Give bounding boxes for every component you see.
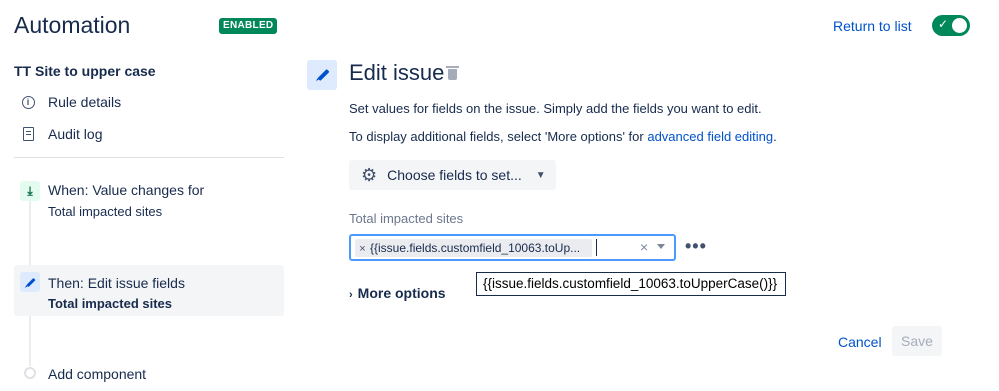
cancel-button[interactable]: Cancel <box>838 334 882 350</box>
text-cursor <box>596 239 597 256</box>
sidebar-item-label: Audit log <box>48 126 103 142</box>
panel-title: Edit issue <box>349 60 445 85</box>
add-component-link[interactable]: Add component <box>48 366 146 382</box>
add-component-dot <box>24 367 36 379</box>
advanced-editing-hint: To display additional fields, select 'Mo… <box>349 129 777 144</box>
rule-enabled-toggle[interactable]: ✓ <box>932 15 970 36</box>
trigger-icon: ⤓ <box>20 181 40 201</box>
page-title: Automation <box>14 12 131 38</box>
clear-icon[interactable]: × <box>640 239 648 255</box>
more-options-label: More options <box>357 285 446 301</box>
trigger-title: When: Value changes for <box>48 182 205 198</box>
choose-fields-label: Choose fields to set... <box>387 167 522 183</box>
advanced-field-editing-link[interactable]: advanced field editing <box>647 129 773 144</box>
sidebar-divider <box>14 157 284 158</box>
action-title: Then: Edit issue fields <box>48 275 185 291</box>
sidebar-item-label: Rule details <box>48 94 122 110</box>
status-badge: ENABLED <box>219 18 278 34</box>
remove-chip-icon[interactable]: × <box>355 240 370 257</box>
chevron-right-icon: › <box>349 289 353 301</box>
pencil-icon <box>20 272 40 292</box>
document-icon <box>20 126 36 142</box>
more-options-toggle[interactable]: › More options <box>349 285 446 301</box>
choose-fields-button[interactable]: ⚙ Choose fields to set... ▼ <box>349 160 556 190</box>
check-icon: ✓ <box>938 17 949 31</box>
field-label: Total impacted sites <box>349 211 464 226</box>
save-button[interactable]: Save <box>892 326 942 356</box>
value-tooltip: {{issue.fields.customfield_10063.toUpper… <box>476 272 786 296</box>
panel-description: Set values for fields on the issue. Simp… <box>349 101 762 116</box>
info-icon: i <box>20 94 36 110</box>
action-subtitle: Total impacted sites <box>48 296 173 311</box>
value-chip: × {{issue.fields.customfield_10063.toUp..… <box>355 239 592 257</box>
rule-name: TT Site to upper case <box>14 63 156 79</box>
trigger-subtitle: Total impacted sites <box>48 204 163 219</box>
trash-icon[interactable] <box>446 66 459 80</box>
sidebar-item-rule-details[interactable]: i Rule details <box>20 91 121 113</box>
dropdown-arrow-icon[interactable] <box>657 244 665 249</box>
sidebar-item-audit-log[interactable]: Audit log <box>20 123 102 145</box>
chevron-down-icon: ▼ <box>535 169 546 181</box>
pencil-icon <box>307 60 337 90</box>
gear-icon: ⚙ <box>361 164 378 185</box>
toggle-knob <box>952 18 967 33</box>
total-impacted-sites-field[interactable]: × {{issue.fields.customfield_10063.toUp..… <box>349 234 676 261</box>
more-actions-icon[interactable]: ••• <box>685 236 707 257</box>
return-to-list-link[interactable]: Return to list <box>833 18 912 34</box>
chip-value: {{issue.fields.customfield_10063.toUp... <box>370 241 581 255</box>
